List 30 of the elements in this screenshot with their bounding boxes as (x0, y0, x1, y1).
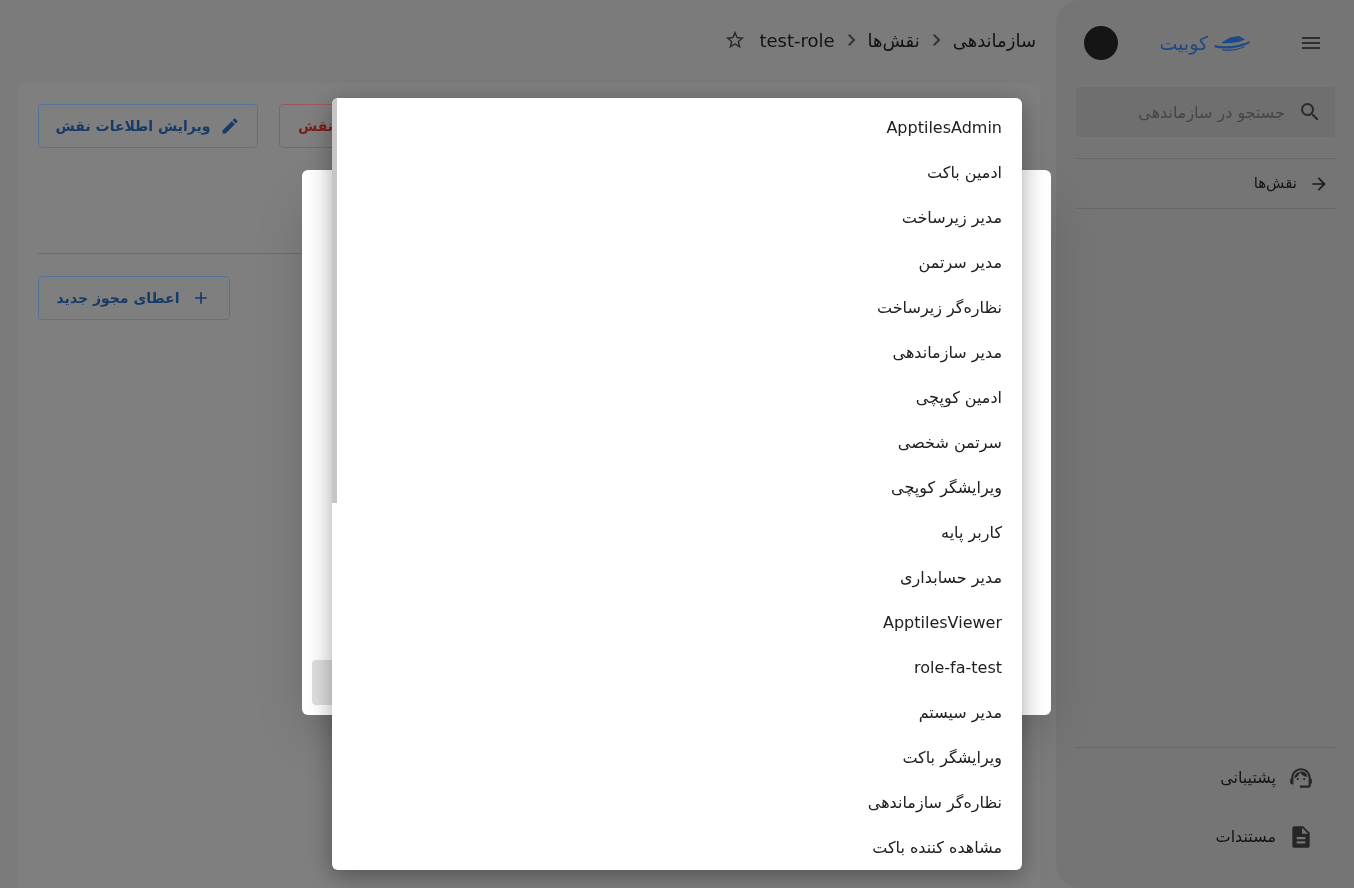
dropdown-option[interactable]: سرتمن شخصی (897, 430, 1002, 455)
dropdown-option[interactable]: ApptilesAdmin (886, 115, 1002, 140)
dropdown-option[interactable]: ویرایشگر کوپچی (891, 475, 1002, 500)
dropdown-option[interactable]: مدیر حسابداری (900, 565, 1002, 590)
dropdown-option[interactable]: مدیر سیستم (918, 700, 1002, 725)
dropdown-option[interactable]: مشاهده کننده باکت (872, 835, 1002, 860)
dropdown-option[interactable]: نظاره‌گر زیرساخت (877, 295, 1002, 320)
dropdown-option[interactable]: مدیر سرتمن (918, 250, 1002, 275)
nav-item[interactable]: نقش‌ها (1253, 172, 1297, 195)
footer-link[interactable]: مستندات (1215, 824, 1276, 849)
dropdown-option[interactable]: ادمین کوپچی (915, 385, 1002, 410)
dropdown-option[interactable]: نظاره‌گر سازماندهی (867, 790, 1002, 815)
dropdown-option[interactable]: role-fa-test (914, 655, 1002, 680)
breadcrumb-link[interactable]: test-role (759, 26, 835, 54)
star-icon[interactable] (724, 29, 747, 51)
dropdown-option[interactable]: مدیر زیرساخت (901, 205, 1002, 230)
breadcrumb-link[interactable]: سازماندهی (952, 26, 1036, 54)
boat-icon (1214, 35, 1250, 51)
dropdown-option[interactable]: ApptilesViewer (883, 610, 1002, 635)
avatar[interactable] (1084, 26, 1118, 60)
dropdown-option[interactable]: مدیر سازماندهی (892, 340, 1002, 365)
chevron-right-icon (932, 34, 940, 46)
dropdown-option[interactable]: ویرایشگر باکت (902, 745, 1002, 770)
chevron-right-icon (847, 34, 855, 46)
footer-link[interactable]: پشتیبانی (1220, 765, 1276, 790)
breadcrumb-link[interactable]: نقش‌ها (867, 26, 920, 54)
dropdown-option[interactable]: کاربر پایه (941, 520, 1002, 545)
dropdown-option[interactable]: ادمین باکت (927, 160, 1002, 185)
scrollbar-thumb[interactable] (332, 98, 337, 503)
logo-text: کوبیت (1159, 33, 1208, 53)
